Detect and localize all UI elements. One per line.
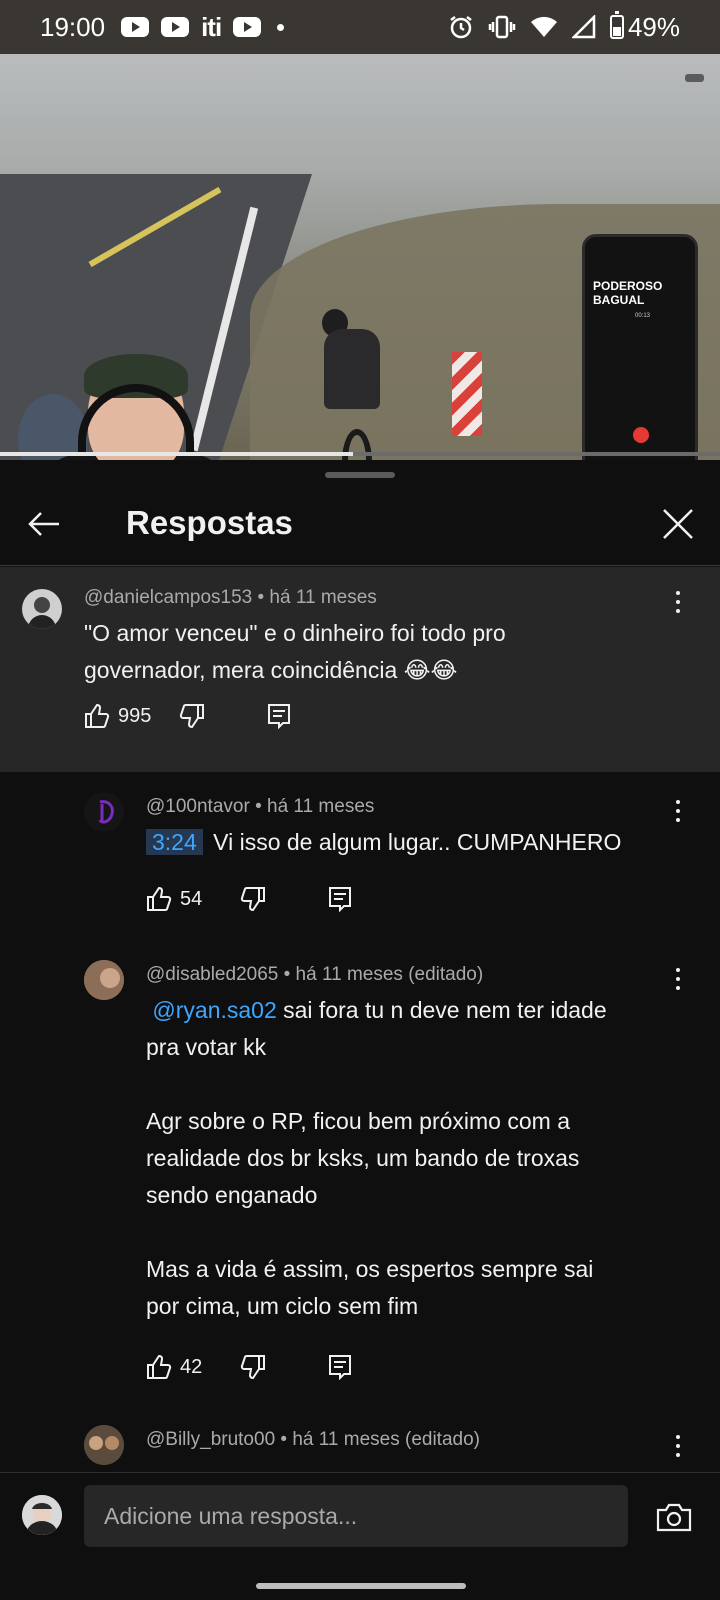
- comment-actions: 995: [84, 703, 291, 729]
- sheet-title: Respostas: [126, 504, 293, 541]
- timestamp-link[interactable]: 3:24: [146, 829, 203, 855]
- signal-icon: [571, 15, 596, 39]
- video-player[interactable]: PODEROSO BAGUAL 00:13: [0, 54, 720, 460]
- comment-icon: [268, 704, 291, 729]
- camera-button[interactable]: [652, 1495, 696, 1539]
- comment-text-line: pra votar kk: [146, 1034, 267, 1060]
- comment-actions: 54: [146, 886, 352, 912]
- phone-call-title: PODEROSO BAGUAL: [593, 279, 663, 307]
- back-button[interactable]: [22, 502, 66, 546]
- camera-icon: [656, 1503, 692, 1532]
- wifi-icon: [530, 16, 557, 37]
- like-count: 54: [180, 887, 203, 910]
- reply-button[interactable]: [328, 1354, 352, 1380]
- reply-button[interactable]: [328, 886, 352, 912]
- thumbs-down-icon: [241, 1355, 266, 1380]
- avatar[interactable]: [84, 792, 124, 832]
- status-bar: 19:00 iti 49%: [0, 0, 720, 54]
- thumbs-up-icon: [147, 886, 172, 911]
- reply-compose-bar: [0, 1472, 720, 1600]
- comment-author-meta[interactable]: @danielcampos153 • há 11 meses: [84, 587, 377, 609]
- more-options-button[interactable]: [666, 796, 690, 826]
- avatar[interactable]: [84, 1425, 124, 1465]
- dislike-button[interactable]: [240, 886, 266, 912]
- comment-text: "O amor venceu" e o dinheiro foi todo pr…: [84, 615, 506, 689]
- dislike-button[interactable]: [179, 703, 205, 729]
- iti-notification-icon: iti: [201, 11, 222, 42]
- phone-end-call-icon: [633, 427, 649, 443]
- comment-author-meta[interactable]: @Billy_bruto00 • há 11 meses (editado): [146, 1429, 480, 1451]
- youtube-notification-icon: [161, 17, 190, 37]
- thumbs-down-icon: [241, 887, 266, 912]
- comment-text-line: Mas a vida é assim, os espertos sempre s…: [146, 1256, 594, 1282]
- comment-text: @ryan.sa02 sai fora tu n deve nem ter id…: [146, 992, 686, 1325]
- youtube-notification-icon: [121, 17, 150, 37]
- dislike-button[interactable]: [240, 1354, 266, 1380]
- alarm-icon: [450, 16, 472, 39]
- gesture-nav-bar[interactable]: [256, 1583, 466, 1589]
- battery-icon: [609, 11, 624, 39]
- video-phone-overlay: PODEROSO BAGUAL 00:13: [582, 234, 698, 460]
- thumbs-up-icon: [147, 1354, 172, 1379]
- comment-icon: [329, 887, 352, 912]
- more-options-button[interactable]: [666, 1431, 690, 1461]
- reply-comment: @100ntavor • há 11 meses 3:24 Vi isso de…: [0, 772, 720, 942]
- avatar[interactable]: [22, 589, 62, 629]
- comment-actions: 42: [146, 1354, 352, 1380]
- comment-author-meta[interactable]: @disabled2065 • há 11 meses (editado): [146, 964, 483, 986]
- mention-link[interactable]: @ryan.sa02: [152, 997, 276, 1023]
- more-notifications-dot-icon: [277, 23, 285, 31]
- video-progress-bar[interactable]: [0, 452, 720, 456]
- reply-comment: @Billy_bruto00 • há 11 meses (editado): [0, 1407, 720, 1472]
- thumbs-up-icon: [85, 703, 110, 728]
- comment-icon: [329, 1355, 352, 1380]
- more-options-button[interactable]: [666, 964, 690, 994]
- battery-percent: 49%: [627, 11, 680, 42]
- like-button[interactable]: 54: [146, 886, 202, 912]
- comment-text-body: Vi isso de algum lugar.. CUMPANHERO: [213, 829, 622, 855]
- like-button[interactable]: 42: [146, 1354, 202, 1380]
- user-avatar[interactable]: [22, 1495, 62, 1535]
- comment-text-line: Agr sobre o RP, ficou bem próximo com a: [146, 1108, 570, 1134]
- youtube-notification-icon: [233, 17, 262, 37]
- status-time: 19:00: [40, 11, 106, 42]
- comment-text-line: por cima, um ciclo sem fim: [146, 1293, 419, 1319]
- comment-text-line: realidade dos br ksks, um bando de troxa…: [146, 1145, 580, 1171]
- reply-input[interactable]: [84, 1485, 628, 1547]
- thumbs-down-icon: [180, 704, 205, 729]
- video-scene-sign: [452, 352, 482, 436]
- reply-button[interactable]: [267, 703, 291, 729]
- comment-author-meta[interactable]: @100ntavor • há 11 meses: [146, 796, 374, 818]
- comment-text: 3:24 Vi isso de algum lugar.. CUMPANHERO: [146, 824, 621, 861]
- like-count: 995: [118, 704, 152, 727]
- video-scene-rider: [318, 309, 388, 460]
- like-count: 42: [180, 1355, 203, 1378]
- phone-call-time: 00:13: [635, 313, 651, 319]
- video-progress-fill: [0, 452, 353, 456]
- vibrate-icon: [488, 15, 516, 39]
- close-button[interactable]: [656, 502, 700, 546]
- like-button[interactable]: 995: [84, 703, 151, 729]
- avatar[interactable]: [84, 960, 124, 1000]
- sheet-header: Respostas: [0, 482, 720, 566]
- close-icon: [663, 509, 693, 539]
- arrow-left-icon: [28, 512, 59, 536]
- comment-text-line: @ryan.sa02 sai fora tu n deve nem ter id…: [146, 992, 686, 1029]
- comment-text-line: "O amor venceu" e o dinheiro foi todo pr…: [84, 620, 506, 646]
- video-webcam-overlay: [40, 354, 230, 460]
- comment-text-line: governador, mera coincidência 😂😂: [84, 657, 458, 683]
- comment-text-fragment: sai fora tu n deve nem ter idade: [283, 997, 607, 1023]
- reply-comment: @disabled2065 • há 11 meses (editado) @r…: [0, 942, 720, 1407]
- replies-sheet: Respostas @danielcampos153 • há 11 meses…: [0, 460, 720, 1600]
- sheet-drag-handle[interactable]: [325, 472, 395, 478]
- comment-text-line: sendo enganado: [146, 1182, 318, 1208]
- more-options-button[interactable]: [666, 587, 690, 617]
- video-stream-tag: [684, 74, 704, 82]
- parent-comment: @danielcampos153 • há 11 meses "O amor v…: [0, 567, 720, 772]
